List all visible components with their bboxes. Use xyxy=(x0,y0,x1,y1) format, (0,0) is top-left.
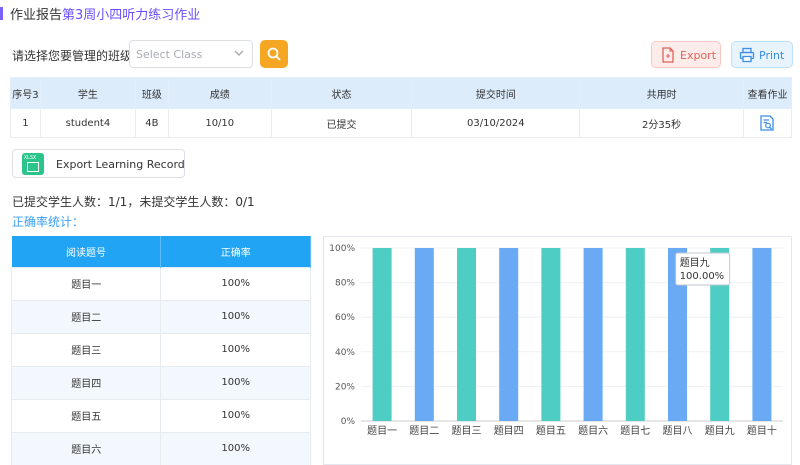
x-tick-label: 题目九 xyxy=(705,425,735,437)
accuracy-bar-chart: 0% 20% 40% 60% 80% 100% 题目一 题目二 题目三 题目四 题目五 题目六 题目七 题… xyxy=(329,244,783,437)
title-accent-bar xyxy=(0,7,3,20)
tooltip-category: 题目九 xyxy=(680,257,710,269)
bar xyxy=(541,248,561,421)
rate-cell: 100% xyxy=(160,299,311,334)
y-tick-label: 80% xyxy=(335,279,355,289)
export-label: Export xyxy=(680,49,717,62)
question-cell: 题目一 xyxy=(10,266,162,301)
rate-cell: 100% xyxy=(160,431,311,465)
submitted-time-cell: 03/10/2024 xyxy=(411,108,581,138)
accuracy-header-row: 阅读题号 正确率 xyxy=(11,236,311,267)
bar xyxy=(499,248,519,421)
export-learning-record-label: Export Learning Record xyxy=(56,158,185,171)
assignment-name: 第3周小四听力练习作业 xyxy=(62,8,201,23)
column-header: 成绩 xyxy=(167,77,272,109)
x-tick-label: 题目五 xyxy=(536,425,566,437)
printer-icon xyxy=(739,47,755,63)
column-header: 提交时间 xyxy=(411,77,581,109)
student-name: student4 xyxy=(39,108,136,138)
x-tick-label: 题目十 xyxy=(747,424,777,437)
rate-cell: 100% xyxy=(160,365,311,400)
export-learning-record-button[interactable]: XLSX Export Learning Record xyxy=(12,149,185,178)
class-select-label: 请选择您要管理的班级： xyxy=(12,49,145,63)
column-header: 班级 xyxy=(134,77,169,109)
print-button[interactable]: Print xyxy=(731,41,793,68)
bar xyxy=(457,248,476,421)
spreadsheet-grid-glyph xyxy=(27,162,39,172)
x-tick-label: 题目八 xyxy=(663,425,693,437)
class-select[interactable]: Select Class xyxy=(129,40,253,68)
row-index: 1 xyxy=(10,108,41,138)
x-tick-label: 题目三 xyxy=(452,425,482,437)
y-tick-label: 20% xyxy=(335,382,355,392)
column-header: 查看作业 xyxy=(742,77,793,109)
table-row: 题目四 100% xyxy=(10,365,311,400)
column-header: 序号3 xyxy=(10,77,41,109)
xlsx-badge: XLSX xyxy=(24,155,37,161)
x-tick-label: 题目七 xyxy=(620,425,650,437)
page-header: 作业报告第3周小四听力练习作业 xyxy=(0,0,800,28)
question-cell: 题目五 xyxy=(10,398,162,433)
rate-cell: 100% xyxy=(160,398,311,433)
chevron-down-icon xyxy=(234,50,244,56)
column-header: 阅读题号 xyxy=(11,236,162,267)
table-row: 题目二 100% xyxy=(10,299,311,334)
y-tick-label: 100% xyxy=(329,244,355,254)
submission-counts: 已提交学生人数：1/1，未提交学生人数：0/1 xyxy=(12,195,255,209)
bar xyxy=(583,248,603,421)
accuracy-stats-heading: 正确率统计： xyxy=(12,215,85,229)
x-tick-label: 题目六 xyxy=(578,425,608,437)
page-title: 作业报告第3周小四听力练习作业 xyxy=(10,8,201,23)
status-cell: 已提交 xyxy=(270,108,413,138)
table-row: 题目五 100% xyxy=(10,398,311,433)
bar xyxy=(625,248,645,421)
table-row: 题目一 100% xyxy=(10,266,311,301)
accuracy-chart: 0% 20% 40% 60% 80% 100% 题目一 题目二 题目三 题目四 题目五 题目六 题目七 题… xyxy=(323,236,792,465)
duration-cell: 2分35秒 xyxy=(579,108,744,138)
view-homework-icon[interactable] xyxy=(758,114,776,132)
export-button[interactable]: Export xyxy=(651,41,721,68)
score-cell: 10/10 xyxy=(167,108,272,138)
question-cell: 题目六 xyxy=(10,431,162,465)
column-header: 状态 xyxy=(270,77,413,109)
y-tick-label: 40% xyxy=(335,348,355,358)
rate-cell: 100% xyxy=(160,266,311,301)
search-button[interactable] xyxy=(260,40,288,68)
question-cell: 题目三 xyxy=(10,332,162,367)
table-header-row: 序号3 学生 班级 成绩 状态 提交时间 共用时 查看作业 xyxy=(10,77,793,109)
search-icon xyxy=(267,47,281,61)
question-cell: 题目二 xyxy=(10,299,162,334)
y-tick-label: 60% xyxy=(335,313,355,323)
column-header: 正确率 xyxy=(160,236,311,267)
y-tick-label: 0% xyxy=(341,417,356,427)
bar xyxy=(752,248,772,421)
bar xyxy=(372,248,392,421)
x-tick-label: 题目一 xyxy=(367,425,397,437)
rate-cell: 100% xyxy=(160,332,311,367)
x-tick-label: 题目二 xyxy=(409,425,439,437)
column-header: 共用时 xyxy=(579,77,744,109)
table-row: 题目六 100% xyxy=(10,431,311,465)
table-row: 1 student4 4B 10/10 已提交 03/10/2024 2分35秒 xyxy=(10,108,793,138)
submission-table: 序号3 学生 班级 成绩 状态 提交时间 共用时 查看作业 1 student4… xyxy=(10,77,793,138)
table-row: 题目三 100% xyxy=(10,332,311,367)
accuracy-table: 阅读题号 正确率 题目一 100% 题目二 100% 题目三 100% 题目四 100%… xyxy=(10,236,311,465)
xlsx-file-icon: XLSX xyxy=(22,153,44,175)
x-tick-label: 题目四 xyxy=(494,425,524,437)
class-select-placeholder: Select Class xyxy=(136,48,203,61)
document-export-icon xyxy=(662,47,674,63)
bar xyxy=(414,248,434,421)
question-cell: 题目四 xyxy=(10,365,162,400)
class-cell: 4B xyxy=(134,108,169,138)
view-homework-cell xyxy=(742,108,793,138)
column-header: 学生 xyxy=(39,77,136,109)
print-label: Print xyxy=(759,49,785,62)
tooltip-value: 100.00% xyxy=(680,271,725,282)
